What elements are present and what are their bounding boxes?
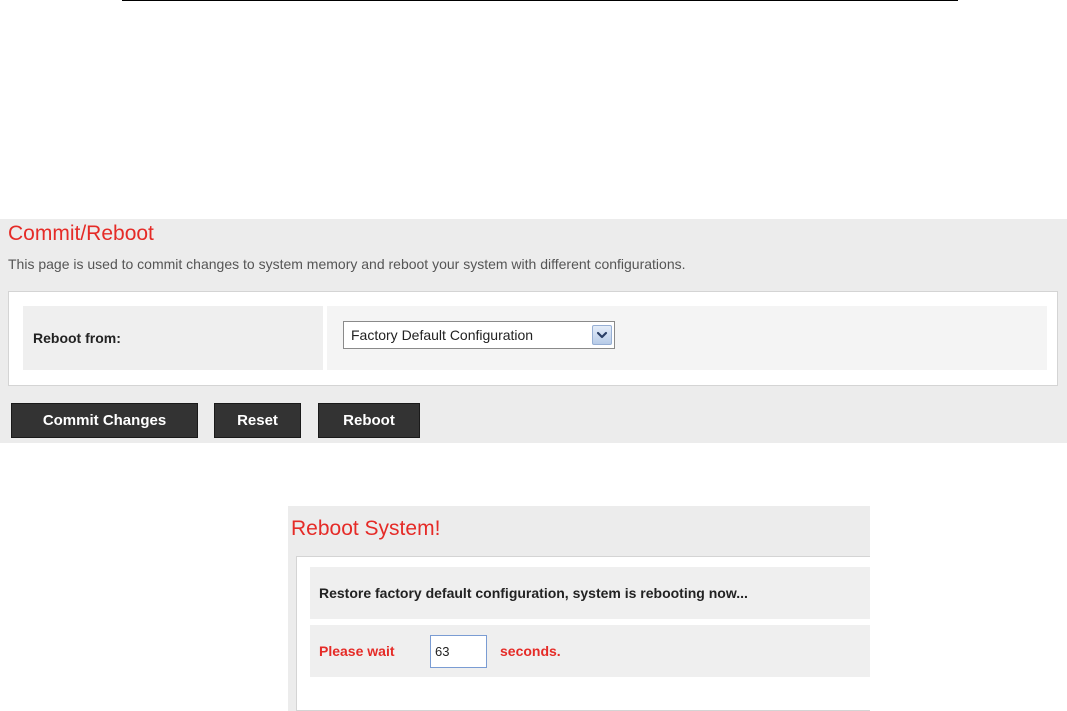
reboot-system-dialog: Reboot System! Restore factory default c… [288,506,870,711]
chevron-down-icon[interactable] [592,325,612,345]
page-title: Commit/Reboot [8,222,154,245]
reboot-from-value-cell: Factory Default Configuration [327,306,1047,370]
reboot-button[interactable]: Reboot [318,403,420,438]
reboot-from-label-cell: Reboot from: [23,306,323,370]
reset-button[interactable]: Reset [214,403,301,438]
reboot-message: Restore factory default configuration, s… [319,585,748,601]
reboot-message-row: Restore factory default configuration, s… [310,567,870,619]
dialog-body: Restore factory default configuration, s… [296,556,870,711]
dialog-title: Reboot System! [291,517,441,540]
page-description: This page is used to commit changes to s… [8,256,686,272]
wait-label: Please wait [319,643,395,659]
top-divider [122,0,958,1]
commit-changes-button[interactable]: Commit Changes [11,403,198,438]
reboot-form: Reboot from: Factory Default Configurati… [8,291,1058,386]
countdown-seconds-field[interactable] [430,635,487,668]
reboot-from-row: Reboot from: Factory Default Configurati… [23,306,1047,370]
commit-reboot-panel: Commit/Reboot This page is used to commi… [0,219,1067,443]
reboot-from-selected-value: Factory Default Configuration [351,327,534,343]
seconds-label: seconds. [500,643,561,659]
countdown-row: Please wait seconds. [310,625,870,677]
reboot-from-select[interactable]: Factory Default Configuration [343,321,615,349]
reboot-from-label: Reboot from: [33,330,121,346]
